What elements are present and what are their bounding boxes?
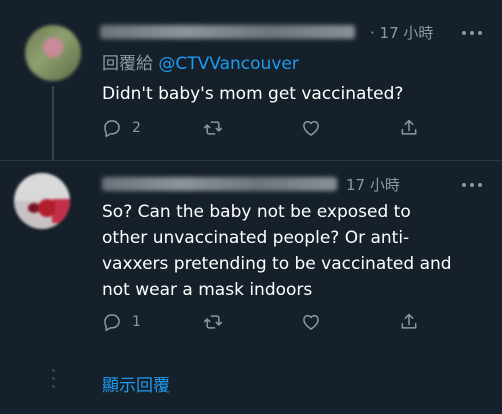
retweet-icon xyxy=(203,315,223,329)
author-name-blurred[interactable] xyxy=(102,177,337,191)
thread-dots xyxy=(52,369,56,393)
reply-button[interactable]: 1 xyxy=(102,310,141,334)
tweet-actions: 1 xyxy=(102,310,432,334)
like-button[interactable] xyxy=(301,310,321,334)
more-icon[interactable] xyxy=(462,183,484,189)
tweet-timestamp[interactable]: 17 小時 xyxy=(346,174,400,195)
reply-tweet[interactable]: 17 小時 So? Can the baby not be exposed to… xyxy=(0,0,502,353)
share-button[interactable] xyxy=(399,310,419,334)
retweet-button[interactable] xyxy=(203,310,223,334)
reply-icon xyxy=(104,314,120,332)
tweet-text: So? Can the baby not be exposed to other… xyxy=(102,202,452,300)
show-replies-link[interactable]: 顯示回覆 xyxy=(102,371,170,396)
like-icon xyxy=(303,314,319,330)
reply-count: 1 xyxy=(132,314,141,330)
share-icon xyxy=(401,313,417,329)
show-replies-row[interactable]: 顯示回覆 xyxy=(0,357,502,414)
avatar[interactable] xyxy=(14,173,70,229)
